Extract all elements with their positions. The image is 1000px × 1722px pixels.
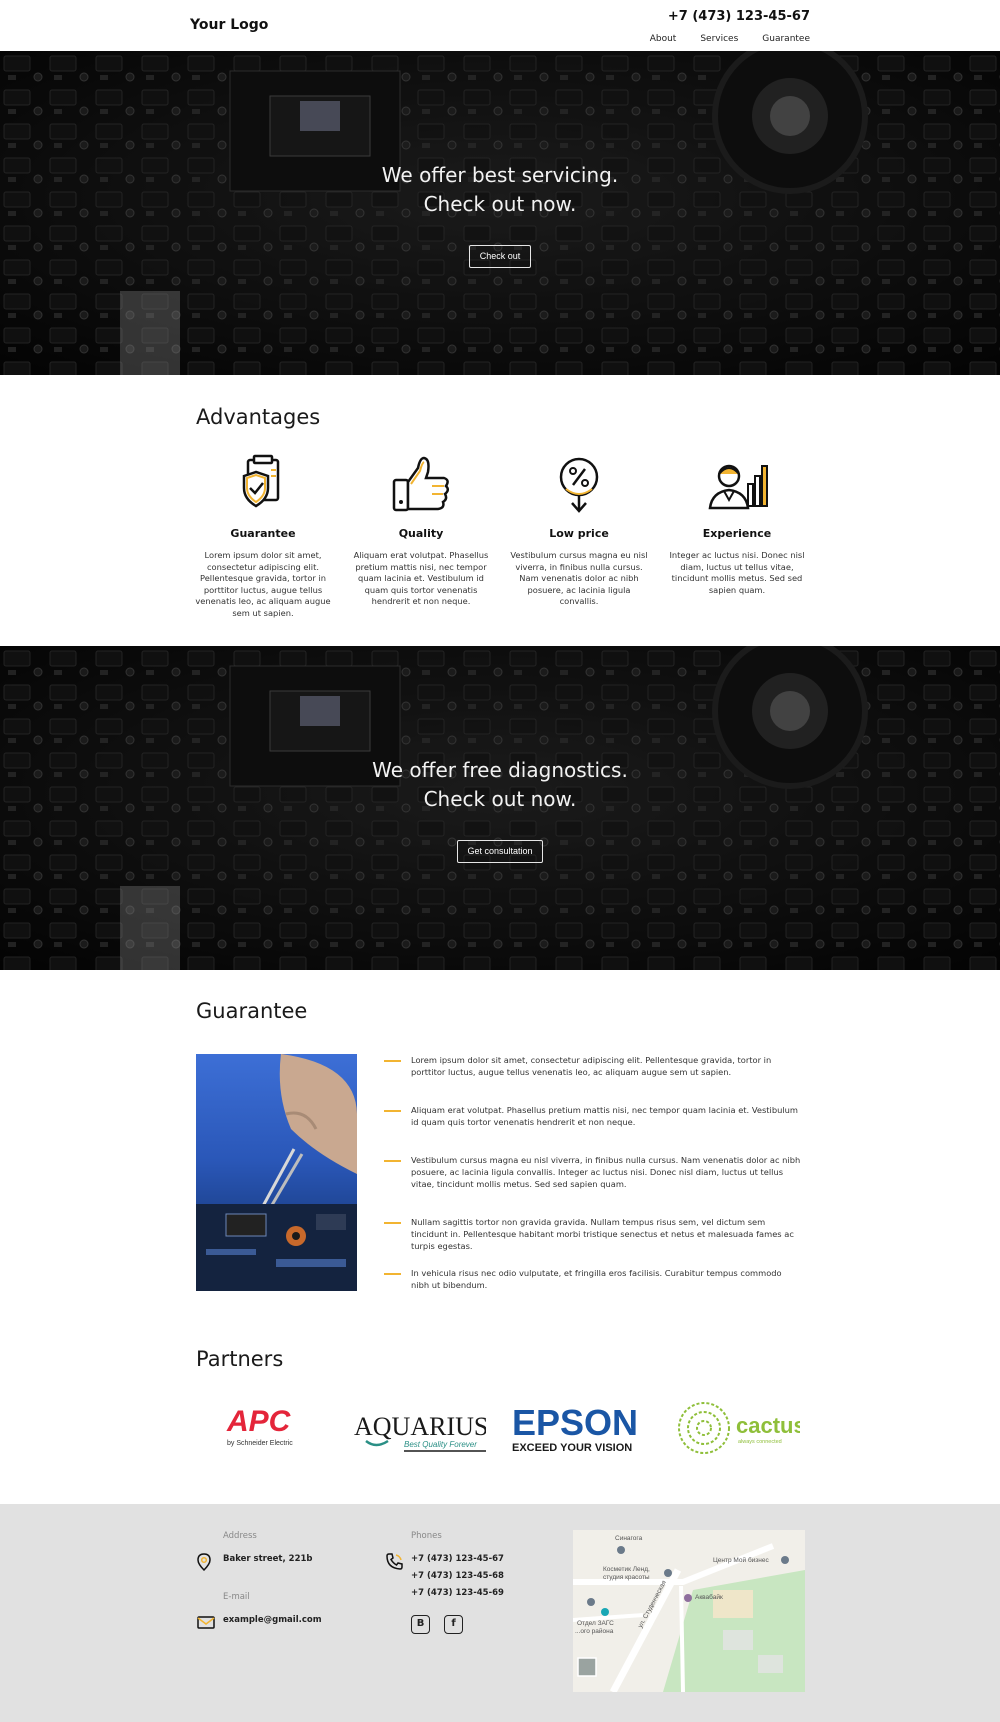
address-label: Address bbox=[223, 1531, 257, 1541]
aquarius-wordmark: AQUARIUS bbox=[354, 1412, 486, 1441]
map-label: Аквабайк bbox=[695, 1594, 723, 1601]
phone-2[interactable]: +7 (473) 123-45-68 bbox=[411, 1571, 504, 1581]
guarantee-title: Guarantee bbox=[196, 999, 308, 1023]
accent-dash bbox=[384, 1273, 401, 1275]
map-label: Косметик Ленд, bbox=[603, 1566, 650, 1573]
envelope-icon bbox=[197, 1616, 215, 1629]
advantage-card-quality: Quality Aliquam erat volutpat. Phasellus… bbox=[351, 454, 491, 608]
epson-wordmark: EPSON bbox=[512, 1402, 638, 1443]
diagnostics-banner: We offer free diagnostics. Check out now… bbox=[0, 646, 1000, 970]
cactus-wordmark: cactus bbox=[736, 1413, 800, 1438]
location-pin-icon bbox=[197, 1553, 211, 1571]
get-consultation-button[interactable]: Get consultation bbox=[457, 840, 543, 863]
accent-dash bbox=[384, 1160, 401, 1162]
facebook-icon[interactable]: f bbox=[444, 1615, 463, 1634]
partner-logo-epson[interactable]: EPSON EXCEED YOUR VISION bbox=[510, 1399, 644, 1457]
map-label: Синагога bbox=[615, 1535, 643, 1542]
phone-3[interactable]: +7 (473) 123-45-69 bbox=[411, 1588, 504, 1598]
phone-icon bbox=[386, 1553, 403, 1570]
advantage-text: Aliquam erat volutpat. Phasellus pretium… bbox=[353, 550, 489, 607]
aquarius-tagline: Best Quality Forever bbox=[404, 1440, 477, 1449]
advantage-title: Experience bbox=[702, 527, 772, 540]
nav-about[interactable]: About bbox=[650, 34, 677, 44]
nav-services[interactable]: Services bbox=[700, 34, 738, 44]
shield-document-icon bbox=[242, 454, 280, 508]
phone-1[interactable]: +7 (473) 123-45-67 bbox=[411, 1554, 504, 1564]
phones-label: Phones bbox=[411, 1531, 442, 1541]
guarantee-item-text: Lorem ipsum dolor sit amet, consectetur … bbox=[411, 1055, 772, 1077]
thumbs-up-icon bbox=[392, 456, 449, 512]
address-value: Baker street, 221b bbox=[223, 1554, 313, 1564]
partners-title: Partners bbox=[196, 1347, 284, 1371]
location-map[interactable]: Синагога Центр Мой бизнес Косметик Ленд,… bbox=[573, 1530, 805, 1692]
map-tiles bbox=[573, 1530, 805, 1692]
epson-tagline: EXCEED YOUR VISION bbox=[512, 1442, 632, 1454]
behance-icon[interactable]: B bbox=[411, 1615, 430, 1634]
header-phone[interactable]: +7 (473) 123-45-67 bbox=[668, 9, 810, 24]
advantages-title: Advantages bbox=[196, 405, 321, 429]
advantage-card-low-price: Low price Vestibulum cursus magna eu nis… bbox=[509, 454, 649, 608]
advantage-title: Quality bbox=[398, 527, 444, 540]
accent-dash bbox=[384, 1110, 401, 1112]
map-label: Отдел ЗАГС bbox=[577, 1620, 614, 1627]
apc-tagline: by Schneider Electric bbox=[227, 1440, 293, 1447]
map-label: Центр Мой бизнес bbox=[713, 1557, 769, 1564]
guarantee-item-text: Aliquam erat volutpat. Phasellus pretium… bbox=[411, 1105, 799, 1127]
apc-wordmark: APC bbox=[226, 1405, 292, 1438]
site-header: Your Logo +7 (473) 123-45-67 About Servi… bbox=[0, 0, 1000, 51]
percent-tag-icon bbox=[559, 457, 599, 513]
hero-banner: We offer best servicing. Check out now. … bbox=[0, 51, 1000, 375]
guarantee-item-text: In vehicula risus nec odio vulputate, et… bbox=[411, 1268, 782, 1290]
accent-dash bbox=[384, 1060, 401, 1062]
map-label: ...ого района bbox=[575, 1628, 614, 1635]
hero-headline-line-1: We offer best servicing. bbox=[381, 163, 619, 187]
main-nav: About Services Guarantee bbox=[650, 34, 810, 44]
partner-logo-cactus[interactable]: cactus always connected bbox=[676, 1399, 800, 1457]
advantage-text: Vestibulum cursus magna eu nisl viverra,… bbox=[510, 550, 648, 607]
advantage-text: Lorem ipsum dolor sit amet, consectetur … bbox=[195, 550, 331, 618]
advantage-card-experience: Experience Integer ac luctus nisi. Donec… bbox=[667, 454, 807, 596]
advantage-title: Guarantee bbox=[230, 527, 296, 540]
map-label: студия красоты bbox=[603, 1574, 650, 1581]
cactus-tagline: always connected bbox=[738, 1439, 782, 1445]
partner-logo-aquarius[interactable]: AQUARIUS Best Quality Forever bbox=[352, 1399, 486, 1457]
tweezers-circuit-photo bbox=[196, 1054, 357, 1291]
nav-guarantee[interactable]: Guarantee bbox=[762, 34, 810, 44]
guarantee-item-text: Vestibulum cursus magna eu nisl viverra,… bbox=[411, 1155, 801, 1189]
diagnostics-headline-line-1: We offer free diagnostics. bbox=[372, 758, 628, 782]
site-logo[interactable]: Your Logo bbox=[190, 17, 268, 33]
check-out-button[interactable]: Check out bbox=[469, 245, 531, 268]
diagnostics-headline-line-2: Check out now. bbox=[423, 787, 577, 811]
guarantee-item-text: Nullam sagittis tortor non gravida gravi… bbox=[411, 1217, 794, 1251]
hero-headline-line-2: Check out now. bbox=[423, 192, 577, 216]
partner-logo-apc[interactable]: APC by Schneider Electric bbox=[215, 1399, 315, 1457]
person-chart-icon bbox=[708, 464, 768, 510]
advantage-card-guarantee: Guarantee Lorem ipsum dolor sit amet, co… bbox=[193, 454, 333, 620]
email-label: E-mail bbox=[223, 1592, 250, 1602]
advantage-title: Low price bbox=[549, 527, 609, 540]
email-value[interactable]: example@gmail.com bbox=[223, 1615, 322, 1625]
advantage-text: Integer ac luctus nisi. Donec nisl diam,… bbox=[669, 550, 805, 595]
site-footer: Address Baker street, 221b E-mail exampl… bbox=[0, 1504, 1000, 1722]
accent-dash bbox=[384, 1222, 401, 1224]
